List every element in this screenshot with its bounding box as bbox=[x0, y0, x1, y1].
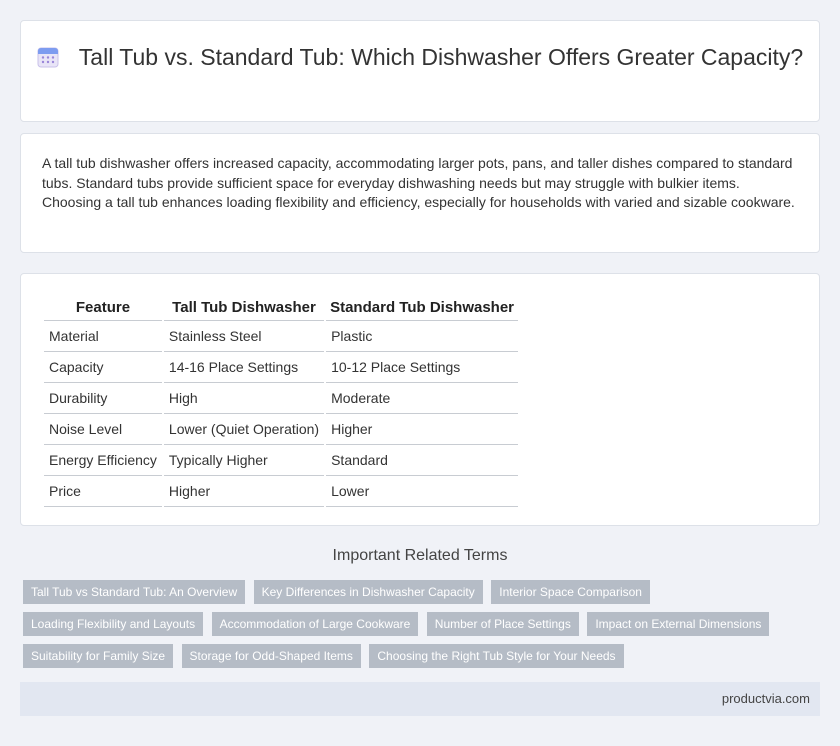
table-cell: High bbox=[163, 383, 325, 414]
related-term-tag[interactable]: Number of Place Settings bbox=[426, 612, 579, 636]
table-cell: Energy Efficiency bbox=[44, 445, 162, 476]
related-term-tag[interactable]: Impact on External Dimensions bbox=[587, 612, 770, 636]
table-cell: Lower (Quiet Operation) bbox=[163, 414, 325, 445]
table-cell: Noise Level bbox=[44, 414, 162, 445]
related-term-tag[interactable]: Storage for Odd-Shaped Items bbox=[181, 644, 361, 668]
table-header-row: Feature Tall Tub Dishwasher Standard Tub… bbox=[44, 294, 519, 321]
table-row: Energy Efficiency Typically Higher Stand… bbox=[44, 445, 519, 476]
header-standard-tub: Standard Tub Dishwasher bbox=[326, 294, 519, 321]
summary-card: A tall tub dishwasher offers increased c… bbox=[20, 133, 820, 253]
related-term-tag[interactable]: Tall Tub vs Standard Tub: An Overview bbox=[23, 580, 246, 604]
page-title: Tall Tub vs. Standard Tub: Which Dishwas… bbox=[21, 43, 819, 72]
related-term-tag[interactable]: Loading Flexibility and Layouts bbox=[23, 612, 204, 636]
table-cell: Stainless Steel bbox=[163, 321, 325, 352]
table-row: Durability High Moderate bbox=[44, 383, 519, 414]
table-row: Noise Level Lower (Quiet Operation) High… bbox=[44, 414, 519, 445]
table-row: Price Higher Lower bbox=[44, 476, 519, 507]
related-term-tag[interactable]: Key Differences in Dishwasher Capacity bbox=[253, 580, 483, 604]
table-cell: Moderate bbox=[326, 383, 519, 414]
related-term-tag[interactable]: Interior Space Comparison bbox=[491, 580, 650, 604]
header-feature: Feature bbox=[44, 294, 162, 321]
related-terms-list: Tall Tub vs Standard Tub: An Overview Ke… bbox=[23, 580, 803, 676]
page-title-text: Tall Tub vs. Standard Tub: Which Dishwas… bbox=[78, 44, 804, 70]
table-cell: Material bbox=[44, 321, 162, 352]
comparison-card: Feature Tall Tub Dishwasher Standard Tub… bbox=[20, 273, 820, 526]
related-term-tag[interactable]: Choosing the Right Tub Style for Your Ne… bbox=[369, 644, 624, 668]
table-row: Material Stainless Steel Plastic bbox=[44, 321, 519, 352]
footer-site-link[interactable]: productvia.com bbox=[722, 691, 810, 706]
table-cell: 14-16 Place Settings bbox=[163, 352, 325, 383]
table-cell: Lower bbox=[326, 476, 519, 507]
table-cell: 10-12 Place Settings bbox=[326, 352, 519, 383]
related-term-tag[interactable]: Suitability for Family Size bbox=[23, 644, 174, 668]
table-row: Capacity 14-16 Place Settings 10-12 Plac… bbox=[44, 352, 519, 383]
summary-text: A tall tub dishwasher offers increased c… bbox=[42, 155, 795, 210]
table-cell: Durability bbox=[44, 383, 162, 414]
table-cell: Price bbox=[44, 476, 162, 507]
calendar-icon bbox=[37, 47, 59, 68]
table-cell: Typically Higher bbox=[163, 445, 325, 476]
comparison-table: Feature Tall Tub Dishwasher Standard Tub… bbox=[42, 294, 520, 507]
table-cell: Higher bbox=[326, 414, 519, 445]
related-terms-heading: Important Related Terms bbox=[332, 547, 508, 564]
title-card: Tall Tub vs. Standard Tub: Which Dishwas… bbox=[20, 20, 820, 122]
table-cell: Standard bbox=[326, 445, 519, 476]
header-tall-tub: Tall Tub Dishwasher bbox=[163, 294, 325, 321]
table-cell: Higher bbox=[163, 476, 325, 507]
footer-bar: productvia.com bbox=[20, 682, 820, 716]
table-cell: Plastic bbox=[326, 321, 519, 352]
related-term-tag[interactable]: Accommodation of Large Cookware bbox=[211, 612, 419, 636]
table-cell: Capacity bbox=[44, 352, 162, 383]
